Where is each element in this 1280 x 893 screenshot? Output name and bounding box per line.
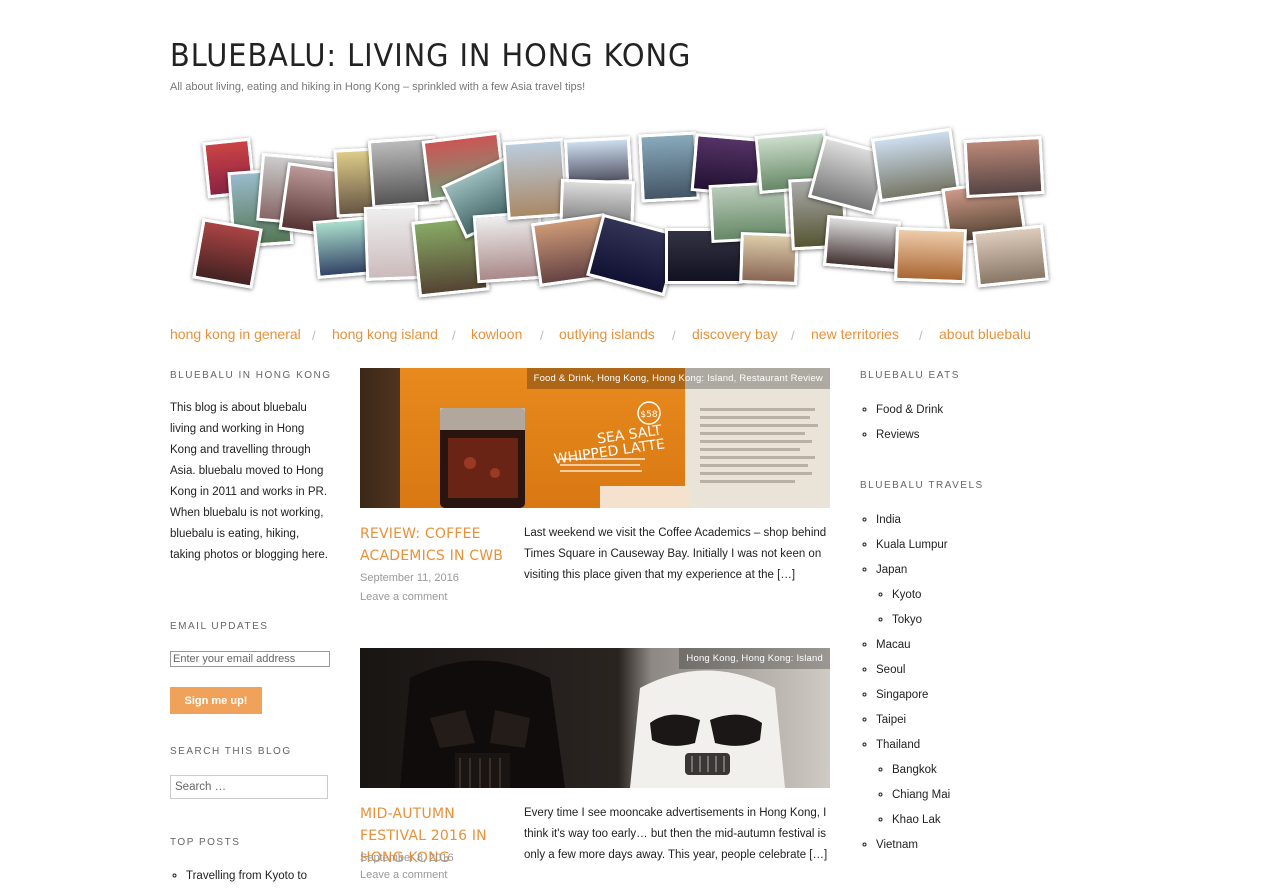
- post-date[interactable]: September 8, 2016: [360, 852, 454, 864]
- category-seoul[interactable]: Seoul: [876, 664, 905, 676]
- nav-separator: /: [540, 328, 544, 343]
- latte-price: $58: [640, 410, 657, 420]
- category-item: Reviews: [876, 427, 943, 452]
- collage-photo: [638, 131, 700, 203]
- collage-photo: [822, 214, 902, 273]
- site-description: All about living, eating and hiking in H…: [170, 81, 586, 93]
- category-item: Food & Drink: [876, 402, 943, 427]
- coffee-latte-photo: $58 SEA SALT WHIPPED LATTE: [360, 368, 830, 508]
- collage-photo: [363, 205, 421, 281]
- category-singapore[interactable]: Singapore: [876, 689, 928, 701]
- subcategory-list: Bangkok Chiang Mai Khao Lak: [876, 762, 950, 837]
- category-item: Macau: [876, 637, 950, 662]
- top-post-link[interactable]: Travelling from Kyoto to: [186, 870, 307, 882]
- top-posts-widget-title: TOP POSTS: [170, 837, 241, 848]
- category-bangkok[interactable]: Bangkok: [892, 764, 937, 776]
- nav-separator: /: [312, 328, 316, 343]
- collage-photo: [894, 226, 967, 284]
- travels-category-list: India Kuala Lumpur Japan Kyoto Tokyo Mac…: [860, 512, 950, 862]
- nav-separator: /: [452, 328, 456, 343]
- category-taipei[interactable]: Taipei: [876, 714, 906, 726]
- subcategory-item: Kyoto: [892, 587, 950, 612]
- top-post-item: Travelling from Kyoto to: [186, 868, 307, 893]
- subcategory-item: Chiang Mai: [892, 787, 950, 812]
- category-thailand[interactable]: Thailand: [876, 739, 920, 751]
- post-thumbnail[interactable]: $58 SEA SALT WHIPPED LATTE Food & Drink,…: [360, 368, 830, 508]
- category-kyoto[interactable]: Kyoto: [892, 589, 921, 601]
- nav-new-territories[interactable]: new territories: [811, 326, 899, 342]
- category-food-drink[interactable]: Food & Drink: [876, 404, 943, 416]
- category-macau[interactable]: Macau: [876, 639, 911, 651]
- subcategory-item: Bangkok: [892, 762, 950, 787]
- category-item: India: [876, 512, 950, 537]
- email-field[interactable]: [170, 651, 330, 667]
- subcategory-item: Tokyo: [892, 612, 950, 637]
- nav-hong-kong-in-general[interactable]: hong kong in general: [170, 326, 301, 342]
- collage-photo: [502, 137, 569, 221]
- category-vietnam[interactable]: Vietnam: [876, 839, 918, 851]
- category-item: Thailand Bangkok Chiang Mai Khao Lak: [876, 737, 950, 837]
- category-item: Kuala Lumpur: [876, 537, 950, 562]
- post-title[interactable]: REVIEW: COFFEE ACADEMICS IN CWB: [360, 523, 510, 567]
- category-item: Seoul: [876, 662, 950, 687]
- post-categories[interactable]: Hong Kong, Hong Kong: Island: [679, 648, 830, 669]
- nav-separator: /: [791, 328, 795, 343]
- nav-kowloon[interactable]: kowloon: [471, 326, 522, 342]
- category-khao-lak[interactable]: Khao Lak: [892, 814, 941, 826]
- collage-photo: [963, 135, 1045, 199]
- post-excerpt: Last weekend we visit the Coffee Academi…: [524, 527, 827, 581]
- nav-about-bluebalu[interactable]: about bluebalu: [939, 326, 1031, 342]
- star-wars-mooncake-photo: [360, 648, 830, 788]
- sign-me-up-button[interactable]: Sign me up!: [170, 687, 262, 714]
- header-photo-collage[interactable]: [175, 118, 1075, 308]
- category-chiang-mai[interactable]: Chiang Mai: [892, 789, 950, 801]
- category-item: Japan Kyoto Tokyo: [876, 562, 950, 637]
- nav-outlying-islands[interactable]: outlying islands: [559, 326, 655, 342]
- collage-photo: [739, 232, 799, 285]
- nav-separator: /: [919, 328, 923, 343]
- post-categories[interactable]: Food & Drink, Hong Kong, Hong Kong: Isla…: [526, 368, 830, 389]
- category-reviews[interactable]: Reviews: [876, 429, 919, 441]
- category-item: Singapore: [876, 687, 950, 712]
- search-input[interactable]: [170, 775, 328, 799]
- leave-comment-link[interactable]: Leave a comment: [360, 869, 447, 881]
- subcategory-list: Kyoto Tokyo: [876, 587, 950, 637]
- about-widget-text: This blog is about bluebalu living and w…: [170, 402, 328, 561]
- category-item: Taipei: [876, 712, 950, 737]
- category-japan[interactable]: Japan: [876, 564, 907, 576]
- about-widget-title: BLUEBALU IN HONG KONG: [170, 370, 332, 381]
- collage-photo: [972, 224, 1049, 288]
- leave-comment-link[interactable]: Leave a comment: [360, 591, 447, 603]
- email-widget-title: EMAIL UPDATES: [170, 621, 269, 632]
- travels-widget-title: BLUEBALU TRAVELS: [860, 480, 984, 491]
- search-widget-title: SEARCH THIS BLOG: [170, 746, 292, 757]
- post-excerpt: Every time I see mooncake advertisements…: [524, 807, 828, 861]
- nav-separator: /: [672, 328, 676, 343]
- post-thumbnail[interactable]: Hong Kong, Hong Kong: Island: [360, 648, 830, 788]
- category-item: Vietnam: [876, 837, 950, 862]
- nav-hong-kong-island[interactable]: hong kong island: [332, 326, 438, 342]
- collage-photo: [192, 218, 263, 289]
- top-posts-list: Travelling from Kyoto to: [170, 868, 307, 893]
- nav-discovery-bay[interactable]: discovery bay: [692, 326, 778, 342]
- eats-widget-title: BLUEBALU EATS: [860, 370, 960, 381]
- category-tokyo[interactable]: Tokyo: [892, 614, 922, 626]
- site-title[interactable]: BLUEBALU: LIVING IN HONG KONG: [170, 38, 691, 74]
- subcategory-item: Khao Lak: [892, 812, 950, 837]
- category-india[interactable]: India: [876, 514, 901, 526]
- eats-category-list: Food & Drink Reviews: [860, 402, 943, 452]
- category-kuala-lumpur[interactable]: Kuala Lumpur: [876, 539, 948, 551]
- post-date[interactable]: September 11, 2016: [360, 572, 459, 584]
